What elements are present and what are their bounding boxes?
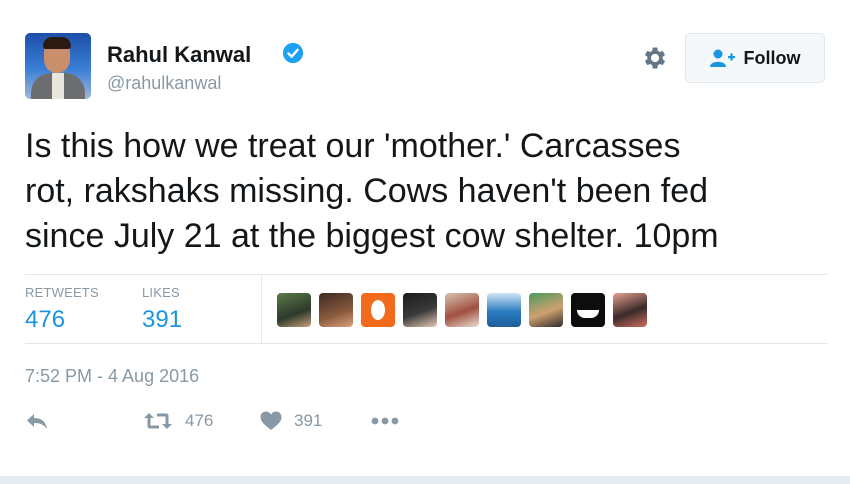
author-name[interactable]: Rahul Kanwal <box>107 42 251 68</box>
follow-button[interactable]: Follow <box>685 33 825 83</box>
verified-badge-icon <box>282 42 304 64</box>
like-button[interactable]: 391 <box>260 408 322 434</box>
liker-avatar[interactable] <box>487 293 521 327</box>
likes-value: 391 <box>142 306 183 333</box>
bottom-divider <box>0 476 850 484</box>
avatar[interactable] <box>25 33 91 99</box>
follow-person-icon <box>709 49 735 67</box>
liker-avatar[interactable] <box>319 293 353 327</box>
liker-avatar[interactable] <box>613 293 647 327</box>
liker-avatar[interactable] <box>361 293 395 327</box>
heart-icon <box>260 411 282 430</box>
retweets-label: RETWEETS <box>25 285 99 300</box>
retweet-button[interactable]: 476 <box>143 408 213 434</box>
author-handle[interactable]: @rahulkanwal <box>107 73 221 94</box>
gear-icon[interactable] <box>641 44 669 72</box>
stats-divider <box>261 275 262 343</box>
retweets-stat[interactable]: RETWEETS 476 <box>25 285 99 334</box>
retweet-icon <box>144 413 172 429</box>
tweet-text-line: rot, rakshaks missing. Cows haven't been… <box>25 172 709 210</box>
liker-avatar[interactable] <box>277 293 311 327</box>
reply-button[interactable] <box>25 408 49 434</box>
tweet-card: Rahul Kanwal @rahulkanwal Follow Is this… <box>0 0 850 484</box>
tweet-text: Is this how we treat our 'mother.' Carca… <box>25 124 825 259</box>
liker-avatar[interactable] <box>445 293 479 327</box>
tweet-timestamp[interactable]: 7:52 PM - 4 Aug 2016 <box>25 366 199 387</box>
retweets-value: 476 <box>25 306 66 333</box>
tweet-text-line: Is this how we treat our 'mother.' Carca… <box>25 127 681 165</box>
like-count: 391 <box>294 411 323 430</box>
tweet-text-line: since July 21 at the biggest cow shelter… <box>25 217 719 255</box>
liker-avatar[interactable] <box>571 293 605 327</box>
more-button[interactable] <box>370 408 400 434</box>
more-icon <box>371 417 399 425</box>
reply-icon <box>27 414 47 429</box>
liker-avatar[interactable] <box>403 293 437 327</box>
likes-stat[interactable]: LIKES 391 <box>142 285 182 334</box>
liker-avatar[interactable] <box>529 293 563 327</box>
stats-bar: RETWEETS 476 LIKES 391 <box>25 274 827 344</box>
follow-button-label: Follow <box>743 47 801 68</box>
retweet-count: 476 <box>185 411 214 430</box>
likes-label: LIKES <box>142 285 180 300</box>
